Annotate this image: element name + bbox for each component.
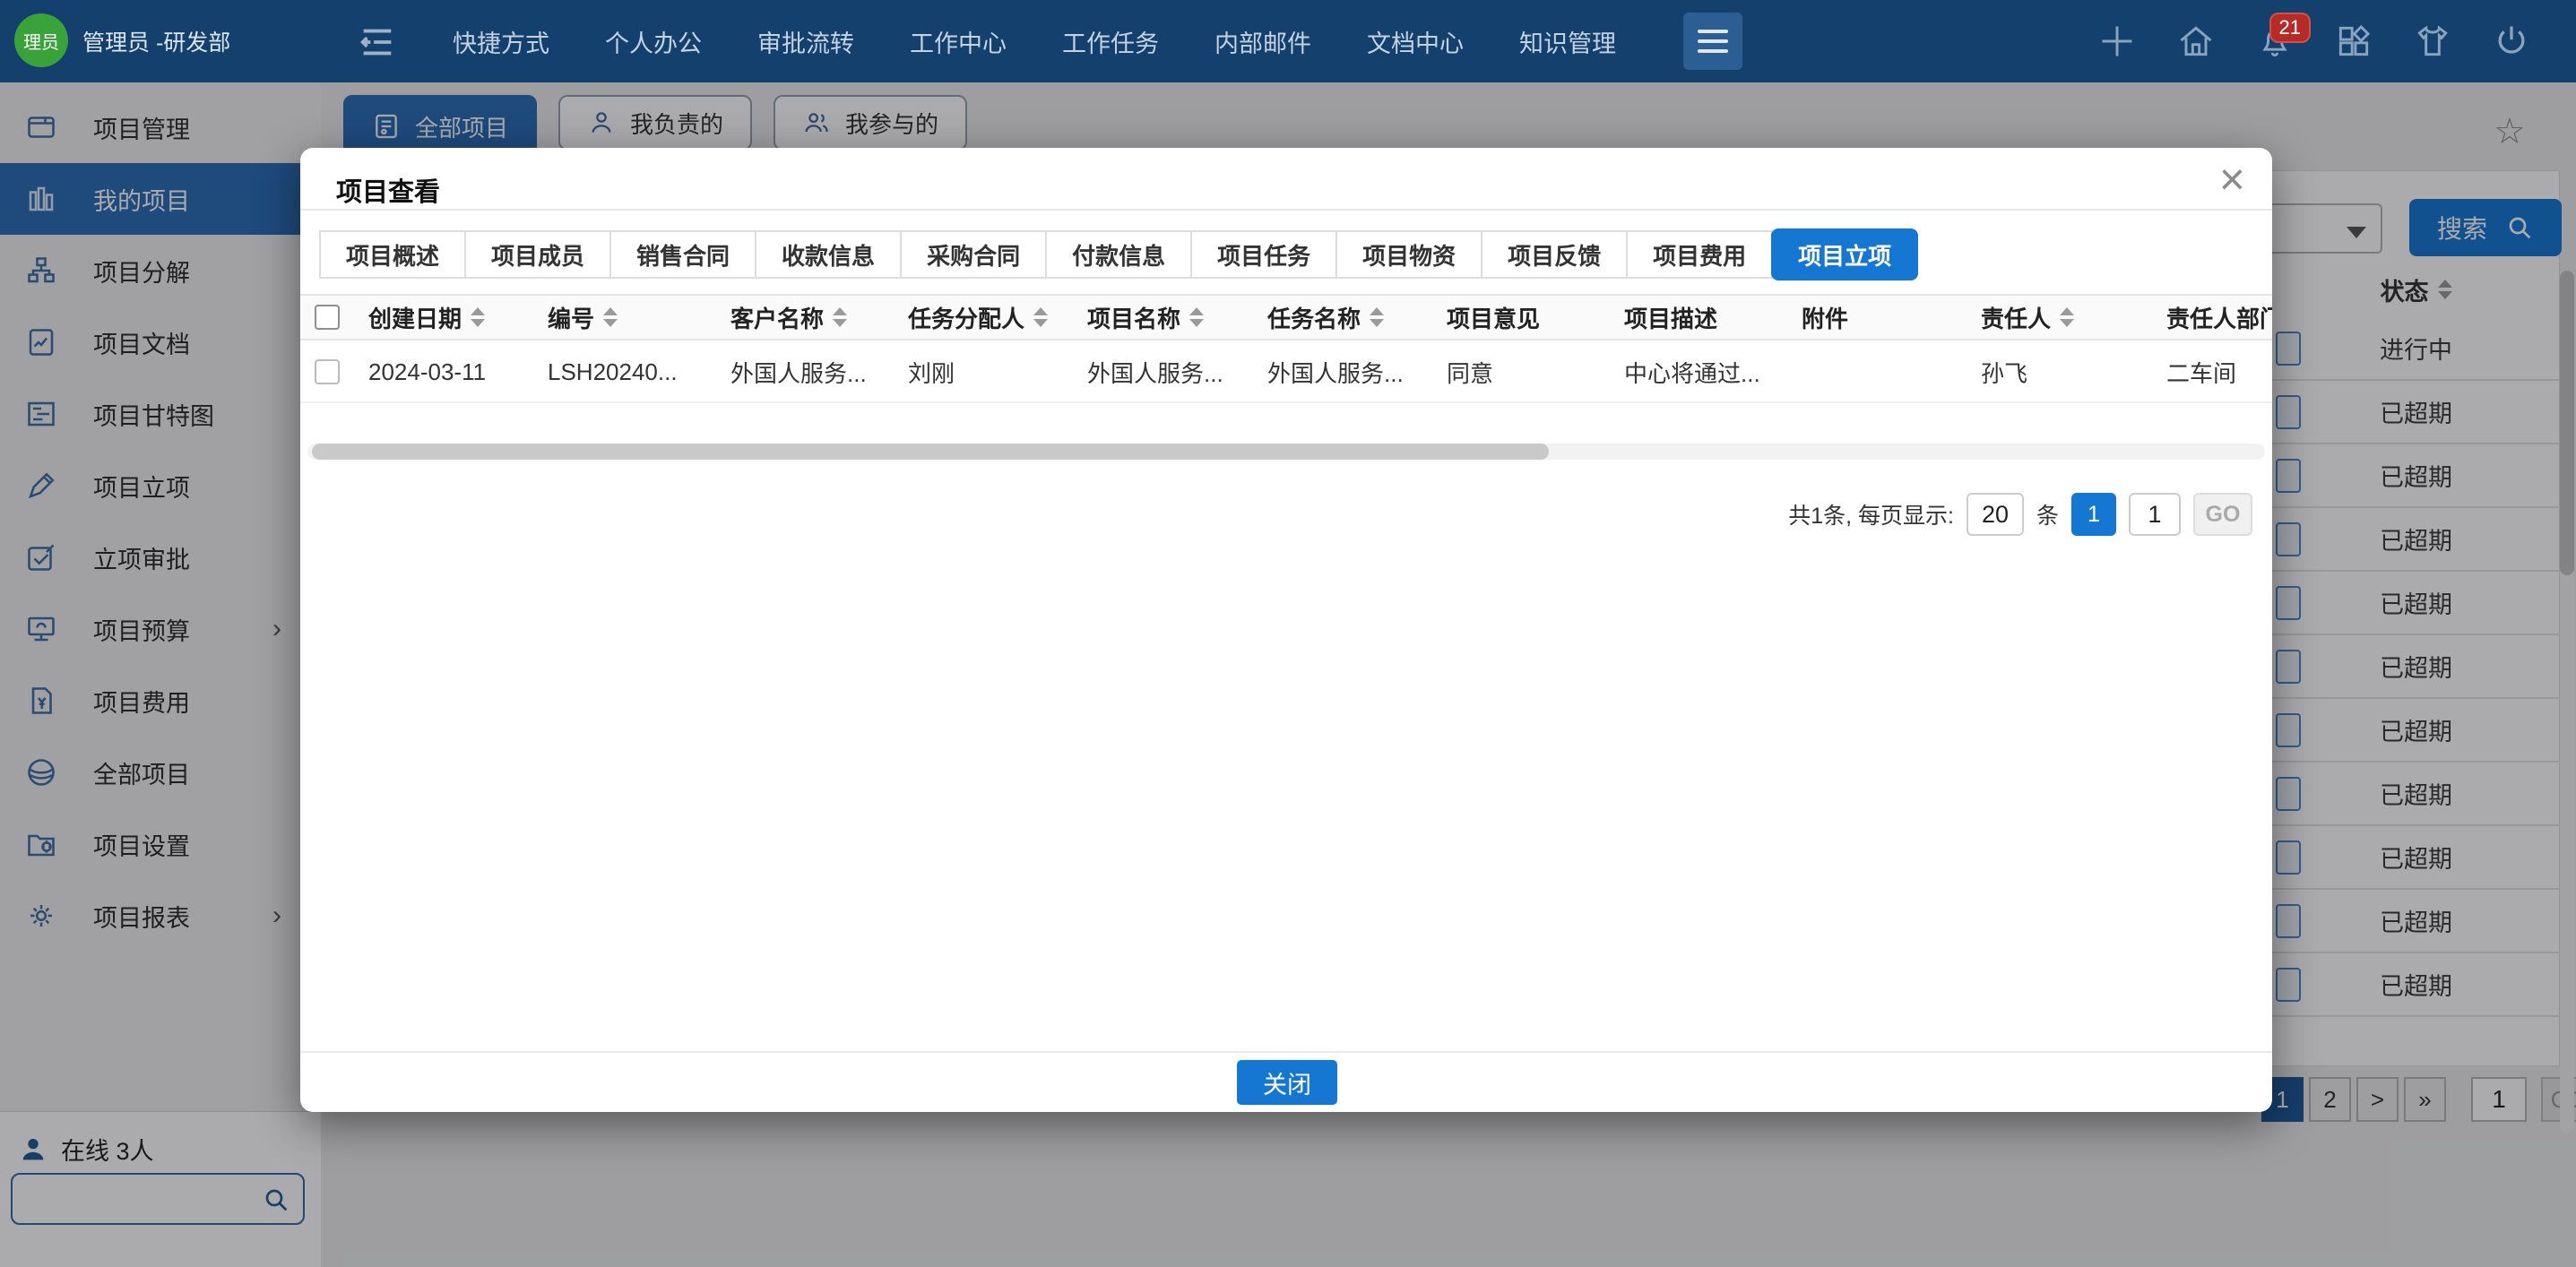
avatar[interactable]: 理员 <box>14 13 68 67</box>
modal-title: 项目查看 <box>336 178 441 207</box>
apps-grid-icon[interactable] <box>2334 22 2373 61</box>
top-menu-item[interactable]: 审批流转 <box>757 24 854 59</box>
column-label: 责任人 <box>1981 305 2052 332</box>
modal-tab[interactable]: 项目物资 <box>1336 230 1483 279</box>
modal-tab[interactable]: 项目反馈 <box>1481 230 1629 279</box>
top-menu-item[interactable]: 内部邮件 <box>1215 24 1311 59</box>
column-label: 项目名称 <box>1087 305 1181 332</box>
column-label: 编号 <box>548 305 595 332</box>
home-icon[interactable] <box>2176 22 2216 61</box>
notifications-bell-icon[interactable]: 21 <box>2255 13 2311 61</box>
modal-tab[interactable]: 销售合同 <box>609 230 757 279</box>
close-modal-button[interactable]: 关闭 <box>1237 1060 1337 1105</box>
hamburger-menu-button[interactable] <box>1683 13 1742 70</box>
notification-badge: 21 <box>2269 13 2311 43</box>
column-header[interactable]: 项目名称 <box>1076 301 1257 334</box>
table-cell: 外国人服务... <box>1087 359 1223 387</box>
page-number-input[interactable] <box>2129 493 2181 536</box>
go-button[interactable]: GO <box>2193 493 2252 536</box>
sort-arrows-icon[interactable] <box>471 307 486 327</box>
modal-table-row: 2024-03-11 LSH20240... 外国人服务... 刘刚 外国人服务… <box>300 342 2272 403</box>
topbar-icons: 21 <box>2097 0 2531 82</box>
table-cell: LSH20240... <box>548 358 678 385</box>
sort-arrows-icon[interactable] <box>833 307 848 327</box>
column-label: 客户名称 <box>730 305 825 332</box>
table-cell: 孙飞 <box>1981 359 2028 387</box>
modal-tab[interactable]: 付款信息 <box>1045 230 1193 279</box>
row-checkbox[interactable] <box>315 359 340 384</box>
top-menu-item[interactable]: 个人办公 <box>605 24 702 59</box>
select-all-checkbox[interactable] <box>315 305 340 330</box>
page-size-input[interactable] <box>1966 493 2024 536</box>
modal-tab[interactable]: 项目任务 <box>1190 230 1338 279</box>
modal-tab[interactable]: 采购合同 <box>900 230 1048 279</box>
current-page-button[interactable]: 1 <box>2071 493 2116 536</box>
top-menu-item[interactable]: 工作任务 <box>1062 24 1159 59</box>
sort-arrows-icon[interactable] <box>1370 307 1385 327</box>
project-view-modal: 项目查看 × 项目概述 项目成员 销售合同 收款信息 采购合同 付款信息 项目任… <box>300 148 2272 1112</box>
horizontal-scrollbar-track <box>307 444 2265 460</box>
column-header[interactable]: 责任人 <box>1970 301 2156 334</box>
table-cell: 外国人服务... <box>730 359 867 387</box>
application-root: 全部项目 我负责的 我参与的 ☆ 搜索 状态 进行中 已超期 已超期 已超期 已… <box>0 0 2576 1267</box>
modal-tabs: 项目概述 项目成员 销售合同 收款信息 采购合同 付款信息 项目任务 项目物资 … <box>319 228 1919 280</box>
column-header[interactable]: 项目意见 <box>1436 301 1613 334</box>
top-menu-item[interactable]: 快捷方式 <box>453 24 549 59</box>
column-header[interactable]: 附件 <box>1791 301 1970 334</box>
modal-tab[interactable]: 项目概述 <box>319 230 467 279</box>
user-name: 管理员 -研发部 <box>82 30 231 56</box>
top-menu-item[interactable]: 工作中心 <box>910 24 1007 59</box>
table-cell: 刘刚 <box>908 359 955 387</box>
table-cell: 中心将通过... <box>1624 359 1760 387</box>
column-header[interactable]: 责任人部门 <box>2156 301 2272 334</box>
sort-arrows-icon[interactable] <box>1033 307 1049 327</box>
close-icon[interactable]: × <box>2219 157 2245 202</box>
top-navigation-bar: 理员 管理员 -研发部 快捷方式 个人办公 审批流转 工作中心 工作任务 内部邮… <box>0 0 2576 82</box>
column-label: 任务名称 <box>1267 305 1361 332</box>
table-cell: 二车间 <box>2166 359 2237 387</box>
collapse-menu-icon[interactable] <box>357 22 398 63</box>
page-size-unit: 条 <box>2036 504 2059 529</box>
column-label: 项目意见 <box>1447 305 1541 332</box>
top-menu: 快捷方式 个人办公 审批流转 工作中心 工作任务 内部邮件 文档中心 知识管理 <box>453 0 1616 82</box>
horizontal-scrollbar-thumb[interactable] <box>312 444 1549 460</box>
column-label: 附件 <box>1802 305 1849 332</box>
divider <box>300 209 2272 211</box>
modal-pagination: 共1条, 每页显示: 条 1 GO <box>1788 493 2252 536</box>
table-cell: 外国人服务... <box>1267 359 1404 387</box>
column-header[interactable]: 创建日期 <box>358 301 537 334</box>
sort-arrows-icon[interactable] <box>1189 307 1205 327</box>
column-label: 项目描述 <box>1624 305 1718 332</box>
modal-tab[interactable]: 项目立项 <box>1771 228 1919 280</box>
top-menu-item[interactable]: 知识管理 <box>1519 24 1616 59</box>
modal-tab[interactable]: 项目费用 <box>1626 230 1774 279</box>
column-label: 创建日期 <box>368 305 462 332</box>
table-cell: 同意 <box>1447 359 1494 387</box>
divider <box>300 1051 2272 1053</box>
top-menu-item[interactable]: 文档中心 <box>1367 24 1464 59</box>
column-header[interactable]: 客户名称 <box>720 301 897 334</box>
pagination-summary: 共1条, 每页显示: <box>1788 504 1954 529</box>
sort-arrows-icon[interactable] <box>2060 307 2075 327</box>
column-header[interactable]: 项目描述 <box>1613 301 1791 334</box>
column-label: 任务分配人 <box>908 305 1025 332</box>
theme-shirt-icon[interactable] <box>2413 22 2452 61</box>
modal-table-header: 创建日期 编号 客户名称 任务分配人 项目名称 任务名称 项目意见 项目描述 附… <box>300 294 2272 340</box>
add-icon[interactable] <box>2097 22 2137 61</box>
column-label: 责任人部门 <box>2166 305 2272 332</box>
modal-tab[interactable]: 项目成员 <box>464 230 612 279</box>
column-header[interactable]: 编号 <box>537 301 720 334</box>
column-header[interactable]: 任务分配人 <box>897 301 1076 334</box>
table-cell: 2024-03-11 <box>368 358 487 385</box>
power-logout-icon[interactable] <box>2492 22 2531 61</box>
modal-tab[interactable]: 收款信息 <box>755 230 903 279</box>
column-header[interactable]: 任务名称 <box>1257 301 1436 334</box>
sort-arrows-icon[interactable] <box>603 307 618 327</box>
